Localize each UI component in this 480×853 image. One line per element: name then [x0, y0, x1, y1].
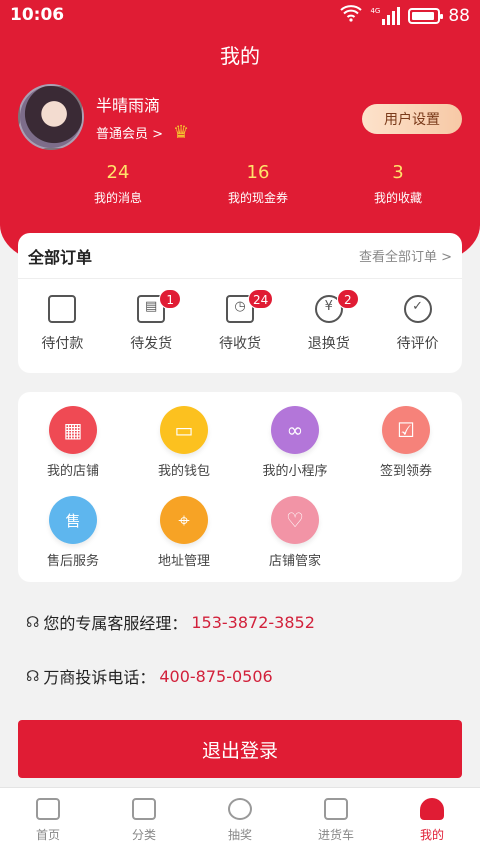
tab-label: 分类: [131, 828, 156, 842]
lottery-icon: [228, 798, 252, 820]
mini-program-icon: ∞: [271, 406, 319, 454]
calendar-check-icon: ☑: [382, 406, 430, 454]
username: 半晴雨滴: [96, 96, 161, 115]
view-all-orders-link[interactable]: 查看全部订单 >: [359, 246, 452, 265]
service-mini-program[interactable]: ∞ 我的小程序: [240, 406, 350, 479]
service-shop-steward[interactable]: ♡ 店铺管家: [240, 496, 350, 569]
status-bar: 10:06 4G 88: [0, 0, 480, 32]
stat-favorites[interactable]: 3 我的收藏: [328, 162, 468, 206]
order-badge: 1: [159, 289, 182, 309]
logout-button[interactable]: 退出登录: [18, 720, 462, 778]
stat-messages[interactable]: 24 我的消息: [48, 162, 188, 206]
headset-icon: ☊: [26, 667, 40, 685]
service-my-shop[interactable]: ▦ 我的店铺: [18, 406, 128, 479]
complaint-contact: ☊ 万商投诉电话： 400-875-0506: [26, 664, 273, 688]
order-label: 退换货: [307, 336, 350, 352]
headset-icon: ☊: [26, 613, 40, 631]
tab-cart[interactable]: 进货车: [288, 788, 384, 853]
order-returns[interactable]: ¥ 2 退换货: [289, 289, 369, 353]
customer-service-contact: ☊ 您的专属客服经理： 153-3872-3852: [26, 610, 315, 634]
service-label: 售后服务: [46, 554, 99, 569]
order-pending-payment[interactable]: 待付款: [22, 295, 102, 353]
service-check-in[interactable]: ☑ 签到领券: [351, 406, 461, 479]
wallet-icon: [48, 295, 77, 323]
member-level-label: 普通会员 >: [96, 127, 164, 142]
status-time: 10:06: [10, 5, 65, 25]
order-label: 待收货: [218, 336, 261, 352]
service-my-wallet[interactable]: ▭ 我的钱包: [129, 406, 239, 479]
contact-label: 万商投诉电话：: [43, 668, 156, 687]
stat-label: 我的收藏: [373, 191, 422, 205]
stat-value: 16: [246, 162, 270, 183]
category-icon: [132, 798, 156, 820]
signal-icon: 4G: [370, 6, 401, 25]
avatar[interactable]: [18, 84, 84, 150]
tab-label: 我的: [419, 828, 444, 842]
tab-label: 进货车: [317, 828, 354, 842]
home-icon: [36, 798, 60, 820]
stat-cash-coupons[interactable]: 16 我的现金券: [188, 162, 328, 206]
tab-label: 首页: [35, 828, 60, 842]
wallet-icon: ▭: [160, 406, 208, 454]
battery-icon: [408, 7, 444, 24]
check-circle-icon: ✓: [403, 295, 432, 323]
bottom-tab-bar: 首页 分类 抽奖 进货车 我的: [0, 787, 480, 853]
after-sales-icon: 售: [49, 496, 97, 544]
order-badge: 2: [336, 289, 359, 309]
service-label: 签到领券: [379, 464, 432, 479]
wifi-icon: [340, 4, 363, 27]
shop-icon: ▦: [49, 406, 97, 454]
orders-title: 全部订单: [28, 247, 93, 267]
order-pending-review[interactable]: ✓ 待评价: [378, 295, 458, 353]
service-label: 我的店铺: [46, 464, 99, 479]
service-label: 店铺管家: [268, 554, 321, 569]
contact-label: 您的专属客服经理：: [43, 614, 188, 633]
stat-value: 24: [106, 162, 130, 183]
contact-phone[interactable]: 400-875-0506: [159, 667, 272, 686]
order-pending-shipment[interactable]: ▤ 1 待发货: [111, 289, 191, 353]
battery-level: 88: [448, 5, 470, 26]
tab-category[interactable]: 分类: [96, 788, 192, 853]
user-settings-button[interactable]: 用户设置: [362, 104, 462, 134]
services-card: ▦ 我的店铺 ▭ 我的钱包 ∞ 我的小程序 ☑ 签到领券 售 售后服务 ⌖ 地址…: [18, 392, 462, 582]
tab-home[interactable]: 首页: [0, 788, 96, 853]
user-icon: [420, 798, 444, 820]
orders-card: 全部订单 查看全部订单 > 待付款 ▤ 1 待发货 ◷ 24 待收货 ¥ 2 退…: [18, 233, 462, 373]
member-level[interactable]: 普通会员 > ♛: [96, 122, 189, 143]
tab-label: 抽奖: [227, 828, 252, 842]
location-pin-icon: ⌖: [160, 496, 208, 544]
service-label: 地址管理: [157, 554, 210, 569]
stat-label: 我的现金券: [227, 191, 288, 205]
order-badge: 24: [247, 289, 274, 309]
stat-label: 我的消息: [93, 191, 142, 205]
order-label: 待付款: [41, 336, 84, 352]
page-title: 我的: [220, 44, 260, 68]
contact-phone[interactable]: 153-3872-3852: [191, 613, 315, 632]
stat-value: 3: [392, 162, 404, 183]
order-label: 待评价: [396, 336, 439, 352]
service-label: 我的小程序: [262, 464, 328, 479]
tab-mine[interactable]: 我的: [384, 788, 480, 853]
tab-lottery[interactable]: 抽奖: [192, 788, 288, 853]
crown-icon: ♛: [173, 122, 190, 143]
cart-icon: [324, 798, 348, 820]
service-address[interactable]: ⌖ 地址管理: [129, 496, 239, 569]
service-label: 我的钱包: [157, 464, 210, 479]
order-label: 待发货: [130, 336, 173, 352]
service-after-sales[interactable]: 售 售后服务: [18, 496, 128, 569]
orders-header: 全部订单 查看全部订单 >: [18, 233, 462, 279]
heart-icon: ♡: [271, 496, 319, 544]
order-pending-receipt[interactable]: ◷ 24 待收货: [200, 289, 280, 353]
